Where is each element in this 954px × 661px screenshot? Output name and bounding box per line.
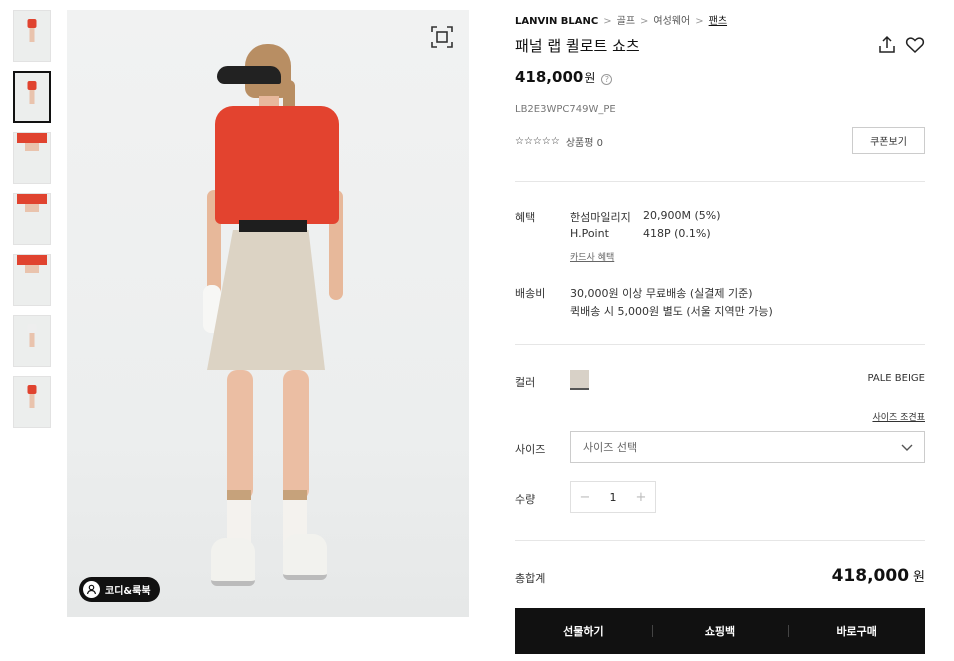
total-price-currency: 원 (913, 570, 925, 585)
expand-icon[interactable] (431, 26, 453, 48)
shipping-free-text: 30,000원 이상 무료배송 (실결제 기준) (570, 287, 753, 300)
divider (515, 540, 925, 541)
size-label: 사이즈 (515, 443, 546, 456)
thumbnail-2[interactable] (13, 71, 51, 123)
heart-icon[interactable] (905, 35, 925, 55)
shipping-label: 배송비 (515, 287, 546, 300)
product-sku: LB2E3WPC749W_PE (515, 104, 616, 115)
star-rating-icon: ☆☆☆☆☆ (515, 136, 560, 147)
quantity-decrease-button[interactable]: − (571, 490, 599, 505)
main-product-image[interactable]: 코디&룩북 (67, 10, 469, 617)
coupon-button[interactable]: 쿠폰보기 (852, 127, 925, 154)
person-icon (83, 581, 100, 598)
quantity-stepper: − 1 + (570, 481, 656, 513)
purchase-action-bar: 선물하기 쇼핑백 바로구매 (515, 608, 925, 654)
thumbnail-6[interactable] (13, 315, 51, 367)
size-select[interactable]: 사이즈 선택 (570, 431, 925, 463)
codi-lookbook-label: 코디&룩북 (105, 586, 151, 597)
product-title: 패널 랩 퀼로트 쇼츠 (515, 37, 640, 55)
share-icon[interactable] (877, 35, 897, 55)
benefit-name: H.Point (570, 227, 609, 240)
thumbnail-4[interactable] (13, 193, 51, 245)
total-label: 총합계 (515, 572, 546, 585)
quantity-increase-button[interactable]: + (627, 490, 655, 505)
price-info-icon[interactable]: ? (601, 74, 613, 85)
breadcrumb-brand[interactable]: LANVIN BLANC (515, 16, 598, 27)
breadcrumb-item-pants[interactable]: 팬츠 (709, 16, 727, 27)
benefits-label: 혜택 (515, 211, 536, 224)
thumbnail-3[interactable] (13, 132, 51, 184)
breadcrumb: LANVIN BLANC > 골프 > 여성웨어 > 팬츠 (515, 12, 727, 27)
size-guide-link[interactable]: 사이즈 조견표 (872, 410, 925, 423)
benefit-value: 20,900M (5%) (643, 209, 721, 222)
chevron-down-icon (901, 444, 913, 451)
price-value: 418,000 (515, 68, 584, 86)
card-benefits-link[interactable]: 카드사 혜택 (570, 250, 614, 263)
review-count: 상품평 0 (565, 138, 603, 149)
divider (515, 181, 925, 182)
price-currency: 원 (584, 71, 596, 85)
breadcrumb-separator: > (640, 16, 649, 27)
thumbnail-list (13, 10, 51, 437)
quantity-value[interactable]: 1 (599, 491, 627, 504)
breadcrumb-separator: > (603, 16, 612, 27)
total-price: 418,000 원 (832, 566, 925, 586)
color-label: 컬러 (515, 376, 536, 389)
gift-button[interactable]: 선물하기 (515, 623, 652, 639)
benefit-value: 418P (0.1%) (643, 227, 711, 240)
thumbnail-5[interactable] (13, 254, 51, 306)
benefit-name: 한섬마일리지 (570, 211, 631, 224)
rating-summary[interactable]: ☆☆☆☆☆ 상품평 0 (515, 134, 603, 149)
breadcrumb-item-women[interactable]: 여성웨어 (653, 16, 690, 27)
product-price: 418,000 원? (515, 68, 613, 86)
thumbnail-1[interactable] (13, 10, 51, 62)
breadcrumb-separator: > (695, 16, 704, 27)
size-select-placeholder: 사이즈 선택 (583, 441, 638, 454)
color-name: PALE BEIGE (867, 373, 926, 384)
breadcrumb-item-golf[interactable]: 골프 (617, 16, 635, 27)
shipping-quick-text: 퀵배송 시 5,000원 별도 (서울 지역만 가능) (570, 305, 773, 318)
total-price-value: 418,000 (831, 566, 910, 586)
thumbnail-7[interactable] (13, 376, 51, 428)
divider (515, 344, 925, 345)
buy-now-button[interactable]: 바로구매 (788, 623, 925, 639)
codi-lookbook-button[interactable]: 코디&룩북 (79, 577, 160, 602)
model-photo (203, 40, 347, 600)
shopping-bag-button[interactable]: 쇼핑백 (651, 623, 789, 639)
quantity-label: 수량 (515, 493, 536, 506)
color-swatch-pale-beige[interactable] (570, 370, 589, 390)
